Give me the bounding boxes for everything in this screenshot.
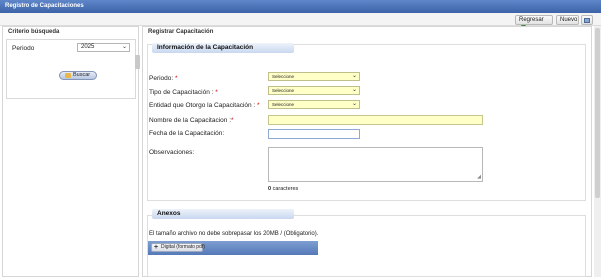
periodo-label: Periodo: * — [149, 75, 178, 82]
register-header: Registrar Capacitación — [148, 29, 214, 35]
required-mark: * — [231, 117, 234, 124]
periodo-select-value: Seleccione — [272, 74, 295, 79]
required-mark: * — [175, 75, 178, 82]
chevron-down-icon: ⌄ — [351, 87, 357, 93]
tipo-label: Tipo de Capacitación : * — [149, 89, 218, 96]
entidad-select-value: Seleccione — [272, 102, 295, 107]
entidad-select[interactable]: Seleccione ⌄ — [268, 100, 360, 109]
collapse-handle[interactable] — [135, 55, 140, 69]
char-count-suffix: caracteres — [272, 186, 299, 192]
entidad-label: Entidad que Otorgo la Capacitación : * — [149, 102, 260, 109]
window-title: Registro de Capacitaciones — [0, 0, 601, 13]
required-mark: * — [257, 102, 260, 109]
tipo-select-value: Seleccione — [272, 88, 295, 93]
tipo-label-text: Tipo de Capacitación : — [149, 89, 214, 96]
required-mark: * — [215, 89, 218, 96]
buscar-label: Buscar — [73, 72, 91, 78]
chevron-down-icon: ⌄ — [351, 101, 357, 107]
info-legend: Información de la Capacitación — [152, 43, 294, 53]
search-criteria-header: Criterio búsqueda — [8, 29, 60, 35]
nombre-label: Nombre de la Capacitacion :* — [149, 117, 234, 124]
nombre-input[interactable] — [268, 115, 483, 125]
periodo-select[interactable]: Seleccione ⌄ — [268, 72, 360, 81]
periodo-label-text: Periodo: — [149, 75, 174, 82]
regresar-button[interactable]: Regresar — [515, 15, 553, 30]
observaciones-textarea[interactable]: ◢ — [268, 147, 483, 182]
char-counter: 0 caracteres — [268, 186, 298, 192]
tipo-select[interactable]: Seleccione ⌄ — [268, 86, 360, 95]
vertical-scrollbar[interactable] — [594, 26, 601, 277]
char-count: 0 — [268, 186, 272, 192]
chevron-down-icon: ⌄ — [351, 73, 357, 79]
search-criteria-panel: Criterio búsqueda Periodo 2025 ⌄ Buscar — [2, 26, 140, 277]
fecha-label: Fecha de la Capacitación: — [149, 130, 225, 137]
regresar-label: Regresar — [519, 17, 544, 23]
periodo-filter-value: 2025 — [81, 44, 95, 50]
print-button[interactable] — [581, 15, 593, 25]
upload-bar: + Digital (formato pdf) — [148, 241, 318, 255]
search-icon — [65, 73, 71, 78]
scrollbar-thumb[interactable] — [595, 28, 600, 198]
entidad-label-text: Entidad que Otorgo la Capacitación : — [149, 102, 256, 109]
search-criteria-box: Periodo 2025 ⌄ Buscar — [6, 39, 136, 99]
plus-icon: + — [154, 244, 159, 251]
observaciones-label: Observaciones: — [149, 149, 195, 156]
nuevo-label: Nuevo — [560, 17, 578, 23]
upload-pdf-button[interactable]: + Digital (formato pdf) — [151, 243, 205, 252]
toolbar: Regresar Nuevo — [0, 13, 601, 30]
anexos-legend: Anexos — [152, 209, 294, 219]
nuevo-button[interactable]: Nuevo — [556, 15, 579, 25]
periodo-filter-label: Periodo — [12, 45, 35, 52]
nombre-label-text: Nombre de la Capacitacion : — [149, 117, 232, 124]
periodo-filter-select[interactable]: 2025 ⌄ — [77, 43, 130, 52]
chevron-down-icon: ⌄ — [121, 44, 127, 50]
upload-label: Digital (formato pdf) — [161, 244, 205, 250]
buscar-button[interactable]: Buscar — [59, 71, 97, 80]
fecha-input[interactable] — [268, 129, 360, 139]
printer-icon — [584, 18, 590, 23]
resize-handle-icon[interactable]: ◢ — [477, 175, 481, 180]
anexos-note: El tamaño archivo no debe sobrepasar los… — [149, 231, 319, 237]
